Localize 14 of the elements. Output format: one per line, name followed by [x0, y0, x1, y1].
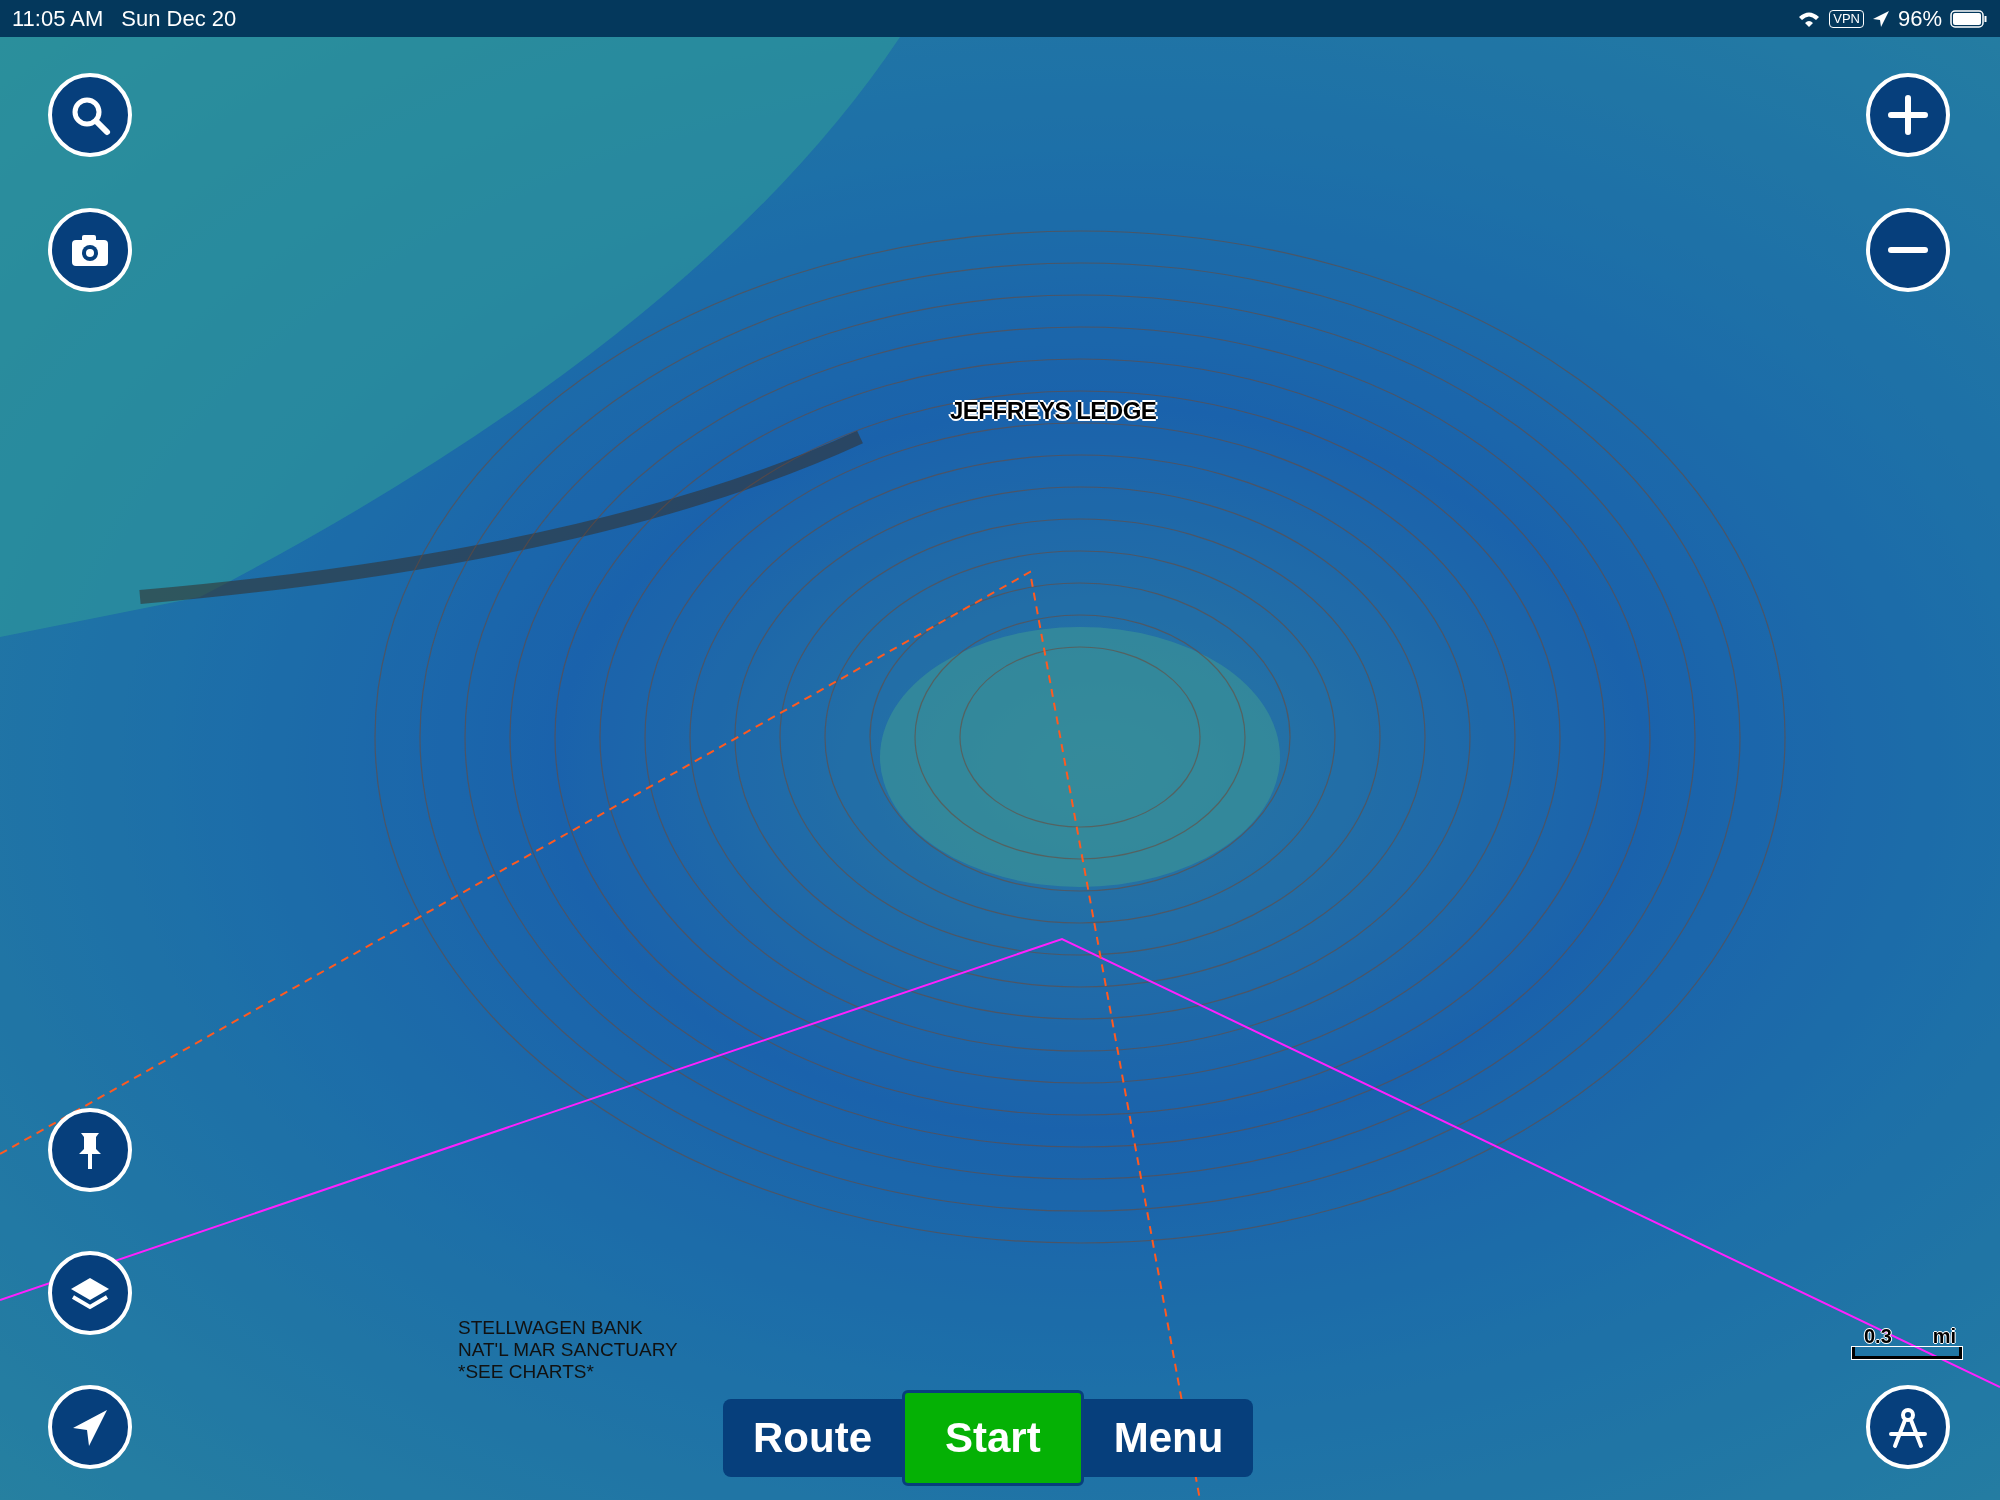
toolbar-button[interactable]: Menu [1083, 1399, 1254, 1477]
vpn-badge: VPN [1829, 9, 1864, 28]
map-label: STELLWAGEN BANK NAT'L MAR SANCTUARY *SEE CHARTS* [458, 1317, 678, 1383]
battery-percent: 96% [1897, 5, 1942, 32]
map-label: JEFFREYS LEDGE [950, 397, 1157, 425]
toolbar-button[interactable]: Route [723, 1399, 902, 1477]
status-time: 11:05 AM [12, 5, 104, 32]
scale-value: 0.3 [1864, 1325, 1892, 1348]
battery-icon [1950, 9, 1988, 28]
plus-icon [1885, 92, 1931, 138]
scale-unit: mi [1932, 1325, 1956, 1348]
minus-icon [1885, 245, 1931, 255]
location-arrow-icon [1871, 9, 1890, 28]
status-date: Sun Dec 20 [121, 5, 237, 32]
